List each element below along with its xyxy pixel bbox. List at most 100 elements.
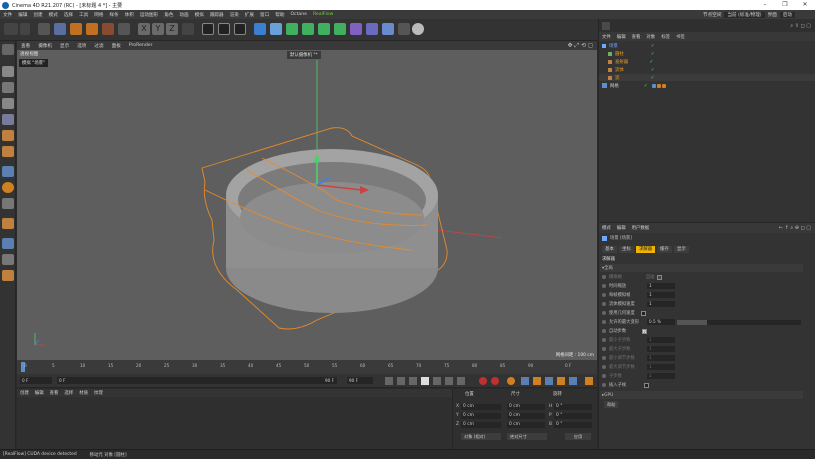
- visibility-dot[interactable]: [644, 60, 648, 64]
- pos-z-field[interactable]: 0 cm: [461, 421, 501, 428]
- node-space-select[interactable]: 当前 (标准/物理): [724, 11, 765, 18]
- size-x-field[interactable]: 0 cm: [507, 403, 545, 410]
- objects-tab-icon[interactable]: [602, 21, 610, 30]
- min-adjust-field[interactable]: 1: [647, 355, 675, 361]
- goto-end-icon[interactable]: [457, 377, 465, 385]
- render-settings-icon[interactable]: [234, 23, 246, 35]
- menu-help[interactable]: 帮助: [272, 12, 287, 18]
- move-icon[interactable]: [54, 23, 66, 35]
- menu-tools[interactable]: 工具: [76, 12, 91, 18]
- attr-menu-mode[interactable]: 模式: [599, 225, 614, 231]
- visibility-dot[interactable]: [645, 76, 649, 80]
- next-key-icon[interactable]: [445, 377, 453, 385]
- fluid-speed-field[interactable]: 1: [647, 301, 675, 307]
- size-y-field[interactable]: 0 cm: [507, 412, 545, 419]
- timeline-ruler[interactable]: 0 5 10 15 20 25 30 35 40 45 50 55 60 65 …: [17, 360, 597, 374]
- menu-render[interactable]: 渲染: [227, 12, 242, 18]
- play-icon[interactable]: [421, 377, 429, 385]
- anim-dot-icon[interactable]: [602, 311, 606, 315]
- max-adjust-field[interactable]: 1: [647, 364, 675, 370]
- cloner-icon[interactable]: [302, 23, 314, 35]
- tweak-icon[interactable]: [2, 270, 14, 281]
- coordinate-system-icon[interactable]: [182, 23, 194, 35]
- auto-checkbox[interactable]: [657, 274, 663, 280]
- viewport-nav-icons[interactable]: ✥ ⤢ ⟲ ◻: [567, 42, 593, 50]
- anim-dot-icon[interactable]: [602, 293, 606, 297]
- polygons-mode-icon[interactable]: [2, 146, 14, 157]
- current-frame-field[interactable]: 0 F: [20, 377, 52, 384]
- visibility-dot[interactable]: [646, 52, 650, 56]
- prev-key-icon[interactable]: [397, 377, 405, 385]
- material-menu-create[interactable]: 创建: [17, 390, 32, 396]
- attr-menu-userdata[interactable]: 用户数据: [629, 225, 653, 231]
- objmgr-menu-view[interactable]: 查看: [629, 34, 644, 40]
- solo-icon[interactable]: [2, 198, 14, 209]
- scale-icon[interactable]: [70, 23, 82, 35]
- objmgr-menu-bookmarks[interactable]: 书签: [673, 34, 688, 40]
- render-picture-icon[interactable]: [218, 23, 230, 35]
- minimize-icon[interactable]: –: [755, 0, 775, 10]
- enabled-check-icon[interactable]: ✓: [651, 51, 655, 57]
- viewport-menu-panel[interactable]: 面板: [108, 43, 125, 49]
- key-rotation-icon[interactable]: [545, 377, 553, 385]
- rotate-icon[interactable]: [86, 23, 98, 35]
- object-row-emitter[interactable]: 发射器 ✓: [599, 58, 815, 65]
- anim-dot-icon[interactable]: [602, 284, 606, 288]
- material-menu-edit[interactable]: 编辑: [32, 390, 47, 396]
- max-frame-field[interactable]: 90 F: [347, 377, 373, 384]
- anim-dot-icon[interactable]: [602, 347, 606, 351]
- camera-icon[interactable]: [366, 23, 378, 35]
- key-pla-icon[interactable]: [569, 377, 577, 385]
- visibility-dot[interactable]: [646, 44, 650, 48]
- objmgr-menu-edit[interactable]: 编辑: [614, 34, 629, 40]
- goto-start-icon[interactable]: [385, 377, 393, 385]
- menu-edit[interactable]: 编辑: [15, 12, 30, 18]
- prev-frame-icon[interactable]: [409, 377, 417, 385]
- object-name[interactable]: 流: [615, 75, 619, 81]
- menu-volume[interactable]: 体积: [122, 12, 137, 18]
- make-editable-icon[interactable]: [2, 44, 14, 55]
- viewport-menu-cameras[interactable]: 摄像机: [34, 43, 56, 49]
- objmgr-menu-objects[interactable]: 对象: [643, 34, 658, 40]
- edges-mode-icon[interactable]: [2, 130, 14, 141]
- pen-icon[interactable]: [270, 23, 282, 35]
- anim-dot-icon[interactable]: [602, 275, 606, 279]
- anim-dot-icon[interactable]: [602, 338, 606, 342]
- autokey-icon[interactable]: [491, 377, 499, 385]
- enabled-check-icon[interactable]: ✓: [644, 83, 648, 89]
- tab-display[interactable]: 显示: [674, 246, 689, 253]
- menu-animate[interactable]: 动画: [176, 12, 191, 18]
- realflow-icon[interactable]: [398, 23, 410, 35]
- maximize-icon[interactable]: ❐: [775, 0, 795, 10]
- deformer-icon[interactable]: [318, 23, 330, 35]
- anim-dot-icon[interactable]: [602, 320, 606, 324]
- record-icon[interactable]: [479, 377, 487, 385]
- anim-dot-icon[interactable]: [602, 383, 606, 387]
- size-mode-select[interactable]: 绝对尺寸: [507, 433, 547, 440]
- viewport-menu-options[interactable]: 选项: [73, 43, 90, 49]
- tab-coord[interactable]: 坐标: [619, 246, 634, 253]
- snap-icon[interactable]: [2, 166, 14, 177]
- object-name[interactable]: 圆柱: [615, 51, 624, 57]
- cube-icon[interactable]: [254, 23, 266, 35]
- grid-icon[interactable]: [382, 23, 394, 35]
- viewport-menu-filter[interactable]: 过滤: [90, 43, 107, 49]
- field-icon[interactable]: [334, 23, 346, 35]
- rot-h-field[interactable]: 0 °: [554, 403, 592, 410]
- light-icon[interactable]: [412, 23, 424, 35]
- tab-solver[interactable]: 求解器: [636, 246, 656, 253]
- menu-simulate[interactable]: 模拟: [192, 12, 207, 18]
- menu-character[interactable]: 角色: [161, 12, 176, 18]
- object-row-scene[interactable]: 场景 ✓: [599, 42, 815, 49]
- viewport-menu-view[interactable]: 查看: [17, 43, 34, 49]
- anim-dot-icon[interactable]: [602, 356, 606, 360]
- layout-select[interactable]: 启动: [779, 11, 795, 18]
- lock-axis-icon[interactable]: [2, 238, 14, 249]
- perspective-viewport[interactable]: 透视视图 模拟 "场景" 默认摄像机 °* 网格间距 : 100 cm: [17, 50, 597, 360]
- min-substeps-field[interactable]: 1: [647, 337, 675, 343]
- points-mode-icon[interactable]: [2, 114, 14, 125]
- object-name[interactable]: 发射器: [615, 59, 628, 65]
- sculpt-icon[interactable]: [2, 182, 14, 193]
- menu-realflow[interactable]: RealFlow: [310, 12, 336, 17]
- attr-nav-icons[interactable]: ← ↑ ⌕ ⊕ ◻ ▢: [779, 225, 811, 231]
